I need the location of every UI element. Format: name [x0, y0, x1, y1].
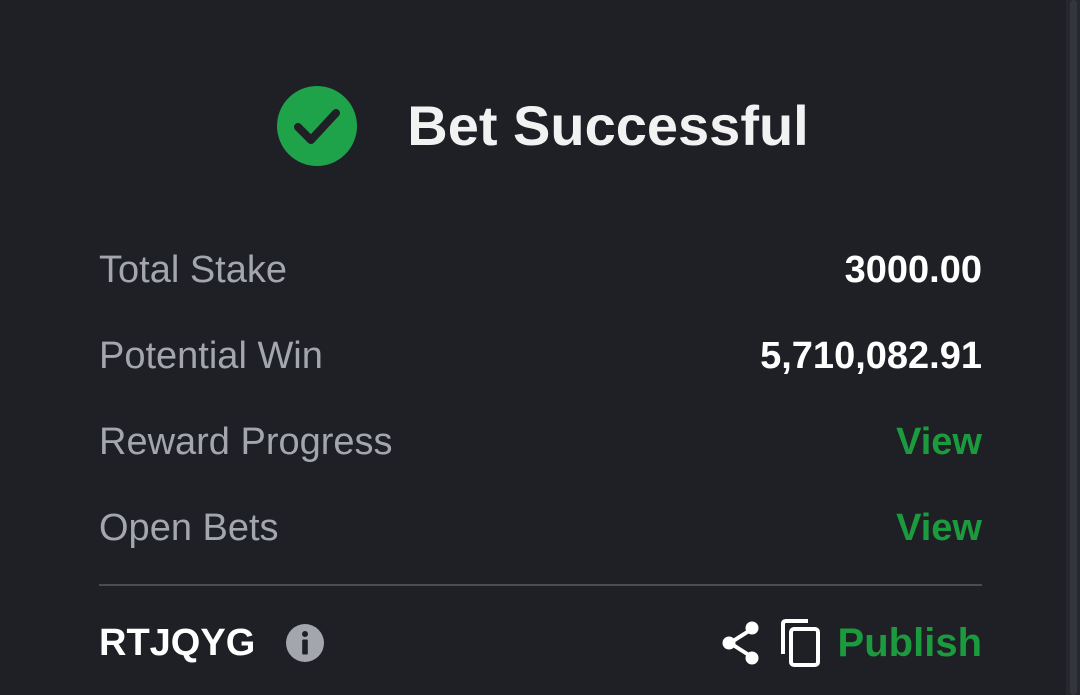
divider	[99, 584, 982, 586]
potential-win-label: Potential Win	[99, 334, 323, 377]
info-icon[interactable]	[285, 623, 325, 663]
booking-code-group: RTJQYG	[99, 622, 325, 665]
open-bets-label: Open Bets	[99, 506, 279, 549]
summary-row-open-bets: Open Bets View	[99, 485, 982, 571]
total-stake-label: Total Stake	[99, 248, 287, 291]
summary-row-potential-win: Potential Win 5,710,082.91	[99, 313, 982, 399]
publish-group: Publish	[720, 618, 982, 668]
publish-button[interactable]: Publish	[838, 621, 982, 666]
footer-bar: RTJQYG Publish	[99, 612, 982, 674]
reward-progress-label: Reward Progress	[99, 420, 393, 463]
summary-row-total-stake: Total Stake 3000.00	[99, 227, 982, 313]
check-circle-icon	[276, 85, 358, 167]
open-bets-view-link[interactable]: View	[896, 507, 982, 550]
copy-icon[interactable]	[778, 618, 822, 668]
page-title: Bet Successful	[407, 94, 809, 157]
success-header: Bet Successful	[0, 85, 1080, 167]
potential-win-value: 5,710,082.91	[760, 334, 982, 377]
total-stake-value: 3000.00	[844, 248, 982, 291]
bet-summary: Total Stake 3000.00 Potential Win 5,710,…	[99, 227, 982, 571]
booking-code: RTJQYG	[99, 621, 256, 664]
summary-row-reward-progress: Reward Progress View	[99, 399, 982, 485]
share-icon[interactable]	[720, 620, 762, 666]
reward-progress-view-link[interactable]: View	[896, 421, 982, 464]
